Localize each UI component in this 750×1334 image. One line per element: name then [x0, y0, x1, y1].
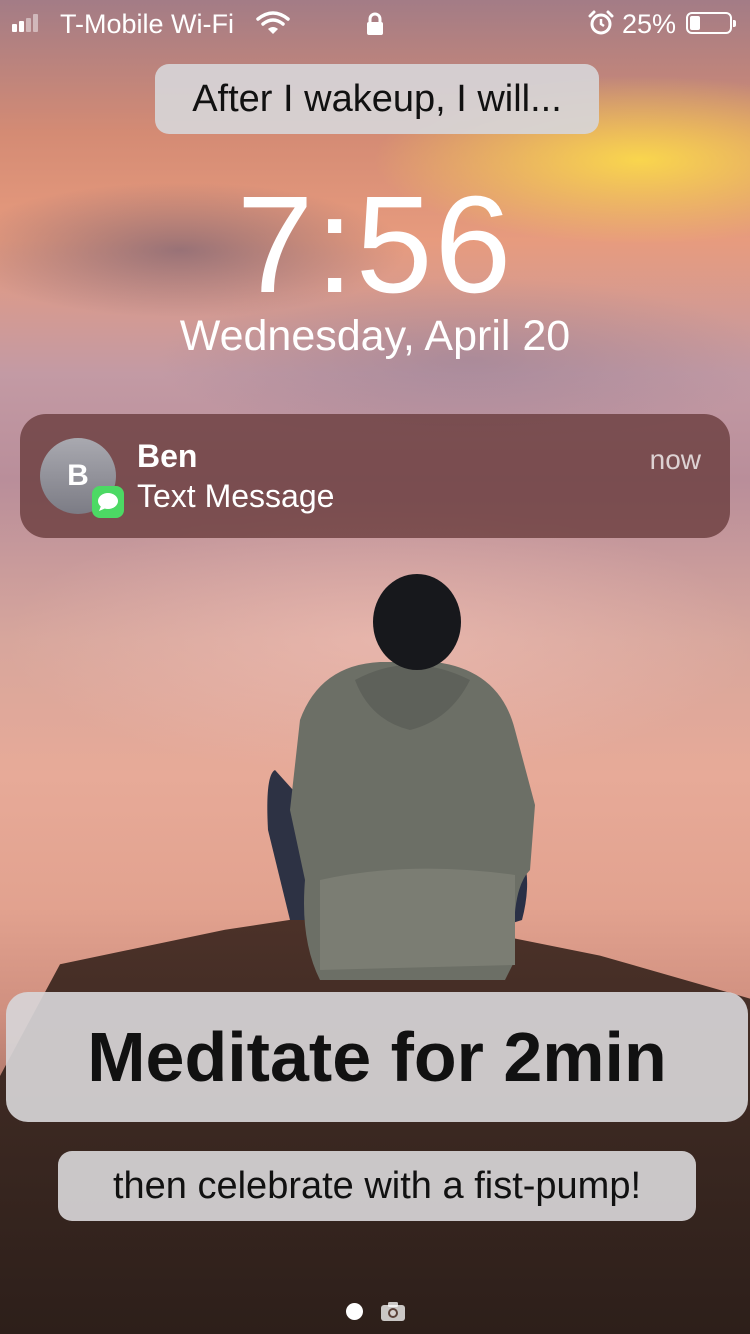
- lock-icon: [367, 12, 383, 35]
- status-bar: T-Mobile Wi-Fi 25%: [0, 0, 750, 48]
- alarm-icon: [588, 10, 614, 35]
- wallpaper-person: [267, 574, 535, 980]
- lockscreen-date: Wednesday, April 20: [179, 312, 571, 360]
- habit-prompt-label: After I wakeup, I will...: [155, 64, 599, 134]
- lockscreen-time: 7:56: [236, 168, 514, 322]
- habit-title: Meditate for 2min: [6, 992, 748, 1122]
- message-notification[interactable]: B Ben Text Message now: [20, 414, 730, 538]
- carrier-name: T-Mobile Wi-Fi: [60, 9, 234, 39]
- page-dot-icon: [346, 1303, 363, 1320]
- wifi-icon: [256, 11, 290, 34]
- battery-level: [690, 16, 700, 30]
- celebration-label: then celebrate with a fist-pump!: [58, 1151, 696, 1221]
- notification-timestamp: now: [649, 444, 701, 475]
- signal-bars-icon: [12, 14, 38, 32]
- battery-icon: [686, 12, 736, 34]
- messages-icon: [92, 486, 124, 518]
- battery-percent: 25%: [622, 9, 677, 39]
- notification-sender: Ben: [137, 438, 198, 474]
- camera-icon[interactable]: [380, 1300, 406, 1322]
- notification-preview: Text Message: [137, 478, 335, 514]
